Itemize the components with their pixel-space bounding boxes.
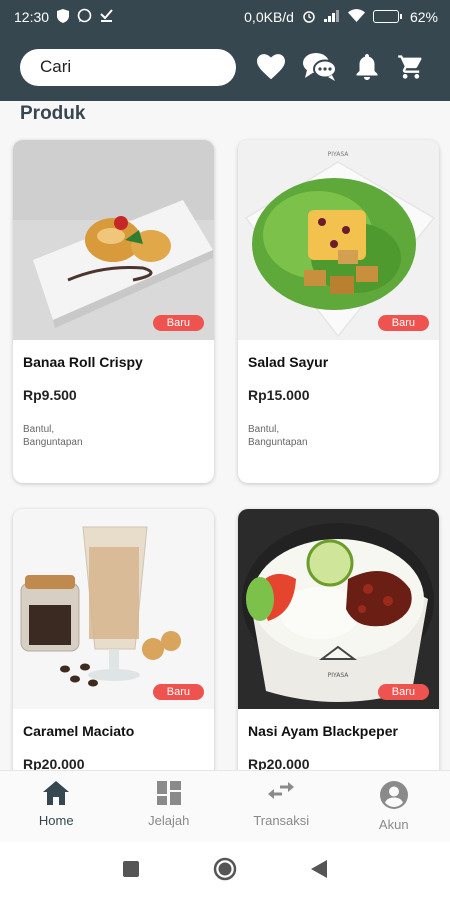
product-location: Bantul, Banguntapan	[248, 424, 308, 448]
svg-text:PIYASA: PIYASA	[328, 672, 350, 679]
product-image: PIYASA Baru	[238, 140, 439, 340]
product-price: Rp15.000	[248, 387, 310, 403]
dashboard-icon	[156, 781, 181, 805]
shield-icon	[57, 8, 70, 25]
product-name: Salad Sayur	[248, 354, 329, 370]
product-name: Caramel Maciato	[23, 723, 135, 739]
svg-text:PIYASA: PIYASA	[328, 151, 350, 158]
product-image: PIYASA Baru	[238, 509, 439, 709]
account-icon	[379, 781, 408, 809]
network-speed: 0,0KB/d	[244, 8, 294, 25]
home-button[interactable]	[213, 857, 237, 886]
product-name: Nasi Ayam Blackpeper	[248, 723, 398, 739]
nav-transaksi[interactable]: Transaksi	[225, 771, 338, 842]
product-card[interactable]: PIYASA Baru Nasi Ayam Blackpeper Rp20.00…	[238, 509, 439, 770]
nav-home[interactable]: Home	[0, 771, 113, 842]
nav-label: Akun	[378, 817, 409, 832]
product-image: Baru	[13, 509, 214, 709]
heart-icon[interactable]	[257, 54, 285, 80]
status-bar: 12:30 0,0KB/d 62%	[0, 0, 450, 33]
swap-icon	[268, 781, 295, 805]
product-grid: Baru Banaa Roll Crispy Rp9.500 Bantul, Ba…	[0, 138, 450, 770]
alarm-icon	[302, 9, 316, 25]
nav-akun[interactable]: Akun	[338, 771, 450, 842]
nav-jelajah[interactable]: Jelajah	[113, 771, 226, 842]
search-placeholder: Cari	[40, 57, 72, 76]
system-navigation-bar	[0, 842, 450, 900]
product-location: Bantul, Banguntapan	[23, 424, 83, 448]
product-card[interactable]: Baru Caramel Maciato Rp20.000	[13, 509, 214, 770]
cart-icon[interactable]	[397, 53, 425, 81]
nav-label: Transaksi	[253, 813, 310, 828]
new-badge: Baru	[152, 684, 204, 700]
new-badge: Baru	[152, 315, 204, 331]
clock: 12:30	[14, 8, 50, 25]
app-bar: Cari	[0, 33, 450, 101]
wifi-icon	[347, 9, 365, 24]
search-input[interactable]: Cari	[20, 48, 236, 86]
product-price: Rp20.000	[23, 756, 85, 770]
recents-button[interactable]	[123, 860, 139, 882]
download-done-icon	[100, 9, 113, 24]
whatsapp-icon	[77, 8, 92, 25]
section-title: Produk	[20, 103, 86, 124]
product-price: Rp9.500	[23, 387, 77, 403]
signal-icon	[323, 9, 340, 24]
new-badge: Baru	[377, 684, 429, 700]
bottom-navigation: Home Jelajah Transaksi Akun	[0, 770, 450, 842]
nav-label: Jelajah	[148, 813, 190, 828]
product-card[interactable]: PIYASA Baru Salad Sayur Rp15.000 Bantul,…	[238, 140, 439, 483]
battery-level: 62%	[409, 8, 438, 25]
home-icon	[43, 781, 70, 805]
product-name: Banaa Roll Crispy	[23, 354, 143, 370]
product-price: Rp20.000	[248, 756, 310, 770]
back-button[interactable]	[311, 859, 327, 883]
battery-icon	[372, 10, 402, 23]
bell-icon[interactable]	[355, 54, 379, 80]
new-badge: Baru	[377, 315, 429, 331]
chat-icon[interactable]	[303, 52, 337, 82]
product-card[interactable]: Baru Banaa Roll Crispy Rp9.500 Bantul, Ba…	[13, 140, 214, 483]
nav-label: Home	[38, 813, 74, 828]
product-image: Baru	[13, 140, 214, 340]
